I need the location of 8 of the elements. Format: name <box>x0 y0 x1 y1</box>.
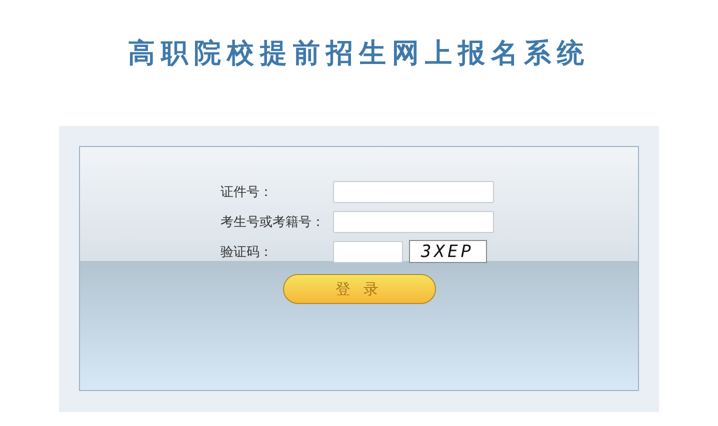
input-field[interactable] <box>332 210 494 232</box>
input-field[interactable] <box>332 180 494 202</box>
field-label: 证件号： <box>220 184 274 200</box>
captcha-image[interactable]: 3XEP <box>408 240 486 263</box>
captcha-field[interactable] <box>332 240 402 262</box>
field-label: 验证码： <box>220 244 274 260</box>
field-label: 考生号或考籍号： <box>220 214 326 230</box>
page-title: 高职院校提前招生网上报名系统 <box>128 37 590 71</box>
